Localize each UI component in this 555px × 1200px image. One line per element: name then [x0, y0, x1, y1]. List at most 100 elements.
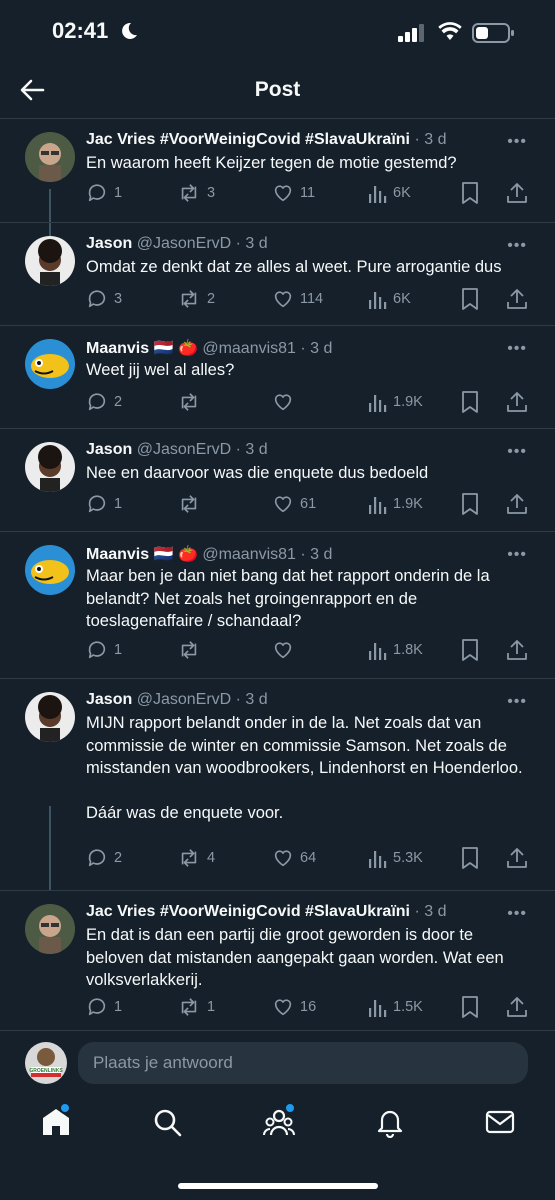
- share-icon[interactable]: [506, 846, 528, 870]
- reply-button[interactable]: 2: [86, 846, 122, 870]
- home-indicator[interactable]: [178, 1183, 378, 1189]
- tweet[interactable]: Jason @JasonErvD · 3 d ••• Nee en daarvo…: [0, 428, 555, 532]
- reply-button[interactable]: 1: [86, 492, 122, 516]
- like-button[interactable]: [272, 638, 300, 662]
- display-name[interactable]: Jason: [86, 441, 132, 458]
- bookmark-icon[interactable]: [460, 638, 480, 662]
- share-icon[interactable]: [506, 995, 528, 1019]
- share-icon[interactable]: [506, 638, 528, 662]
- heart-icon: [274, 185, 292, 202]
- views-icon: [369, 186, 387, 203]
- tweet[interactable]: Maanvis 🇳🇱 🍅 @maanvis81 · 3 d ••• Weet j…: [0, 325, 555, 429]
- tweet[interactable]: Maanvis 🇳🇱 🍅 @maanvis81 · 3 d ••• Maar b…: [0, 531, 555, 679]
- like-button[interactable]: 64: [272, 846, 316, 870]
- repost-count: 2: [207, 291, 216, 307]
- share-icon[interactable]: [506, 492, 528, 516]
- avatar[interactable]: [25, 132, 75, 182]
- avatar[interactable]: [25, 236, 75, 286]
- reply-count: 1: [114, 185, 123, 201]
- bookmark-icon[interactable]: [460, 492, 480, 516]
- avatar[interactable]: [25, 442, 75, 492]
- share-icon[interactable]: [506, 287, 528, 311]
- tab-communities[interactable]: [263, 1102, 296, 1138]
- repost-button[interactable]: [177, 492, 207, 516]
- heart-icon: [274, 642, 292, 659]
- repost-button[interactable]: [177, 390, 207, 414]
- repost-count: 3: [207, 185, 216, 201]
- repost-icon: [181, 998, 197, 1016]
- tab-home[interactable]: [40, 1102, 72, 1138]
- reply-button[interactable]: 2: [86, 390, 122, 414]
- repost-button[interactable]: [177, 638, 207, 662]
- battery-icon: [472, 23, 514, 43]
- views-button[interactable]: 1.8K: [367, 638, 423, 662]
- reply-button[interactable]: 1: [86, 995, 122, 1019]
- signal-icon: [398, 24, 424, 42]
- tweet[interactable]: Jason @JasonErvD · 3 d ••• MIJN rapport …: [0, 678, 555, 891]
- views-button[interactable]: 1.5K: [367, 995, 423, 1019]
- bookmark-icon[interactable]: [460, 846, 480, 870]
- heart-icon: [274, 496, 292, 513]
- display-name[interactable]: Jac Vries #VoorWeinigCovid #SlavaUkraïni: [86, 903, 410, 920]
- views-button[interactable]: 6K: [367, 287, 411, 311]
- like-button[interactable]: 16: [272, 995, 316, 1019]
- views-button[interactable]: 1.9K: [367, 390, 423, 414]
- reply-count: 3: [114, 291, 123, 307]
- tweet-actions: 3 2 114 6K: [86, 287, 531, 313]
- tab-messages[interactable]: [484, 1106, 516, 1138]
- like-button[interactable]: [272, 390, 300, 414]
- avatar[interactable]: [25, 692, 75, 742]
- reply-count: 1: [114, 999, 123, 1015]
- tab-search[interactable]: [151, 1106, 183, 1138]
- more-icon[interactable]: •••: [507, 693, 527, 711]
- views-button[interactable]: 6K: [367, 181, 411, 205]
- repost-button[interactable]: 4: [177, 846, 215, 870]
- display-name[interactable]: Jason: [86, 235, 132, 252]
- search-icon: [154, 1109, 182, 1137]
- more-icon[interactable]: •••: [507, 133, 527, 151]
- avatar[interactable]: [25, 904, 75, 954]
- reply-button[interactable]: 1: [86, 638, 122, 662]
- like-button[interactable]: 114: [272, 287, 323, 311]
- share-icon[interactable]: [506, 181, 528, 205]
- bookmark-icon[interactable]: [460, 287, 480, 311]
- views-button[interactable]: 1.9K: [367, 492, 423, 516]
- avatar[interactable]: [25, 339, 75, 389]
- repost-button[interactable]: 1: [177, 995, 215, 1019]
- tab-notifications[interactable]: [374, 1106, 406, 1139]
- more-icon[interactable]: •••: [507, 340, 527, 358]
- more-icon[interactable]: •••: [507, 237, 527, 255]
- tweet[interactable]: Jac Vries #VoorWeinigCovid #SlavaUkraïni…: [0, 890, 555, 1029]
- views-button[interactable]: 5.3K: [367, 846, 423, 870]
- tweet-header: Jac Vries #VoorWeinigCovid #SlavaUkraïni…: [86, 131, 446, 149]
- display-name[interactable]: Maanvis 🇳🇱 🍅: [86, 340, 198, 357]
- repost-button[interactable]: 2: [177, 287, 215, 311]
- like-button[interactable]: 61: [272, 492, 316, 516]
- avatar[interactable]: [25, 545, 75, 595]
- status-bar: 02:41: [0, 0, 555, 64]
- reply-input[interactable]: Plaats je antwoord: [78, 1042, 528, 1084]
- display-name[interactable]: Jac Vries #VoorWeinigCovid #SlavaUkraïni: [86, 131, 410, 148]
- bookmark-icon[interactable]: [460, 995, 480, 1019]
- reply-button[interactable]: 1: [86, 181, 122, 205]
- view-count: 6K: [393, 185, 411, 201]
- reply-button[interactable]: 3: [86, 287, 122, 311]
- tweet-header: Jason @JasonErvD · 3 d: [86, 441, 268, 459]
- tweet[interactable]: Jason @JasonErvD · 3 d ••• Omdat ze denk…: [0, 222, 555, 326]
- tweet-header: Jason @JasonErvD · 3 d: [86, 235, 268, 253]
- tweet-text: MIJN rapport belandt onder in de la. Net…: [86, 714, 523, 822]
- more-icon[interactable]: •••: [507, 443, 527, 461]
- repost-icon: [181, 495, 197, 513]
- tweet-meta: @JasonErvD · 3 d: [136, 441, 268, 458]
- repost-button[interactable]: 3: [177, 181, 215, 205]
- tweet[interactable]: Jac Vries #VoorWeinigCovid #SlavaUkraïni…: [0, 119, 555, 222]
- bookmark-icon[interactable]: [460, 390, 480, 414]
- more-icon[interactable]: •••: [507, 905, 527, 923]
- display-name[interactable]: Maanvis 🇳🇱 🍅: [86, 546, 198, 563]
- more-icon[interactable]: •••: [507, 546, 527, 564]
- share-icon[interactable]: [506, 390, 528, 414]
- user-avatar[interactable]: GROENLINKS: [25, 1042, 67, 1084]
- display-name[interactable]: Jason: [86, 691, 132, 708]
- bookmark-icon[interactable]: [460, 181, 480, 205]
- like-button[interactable]: 11: [272, 181, 315, 205]
